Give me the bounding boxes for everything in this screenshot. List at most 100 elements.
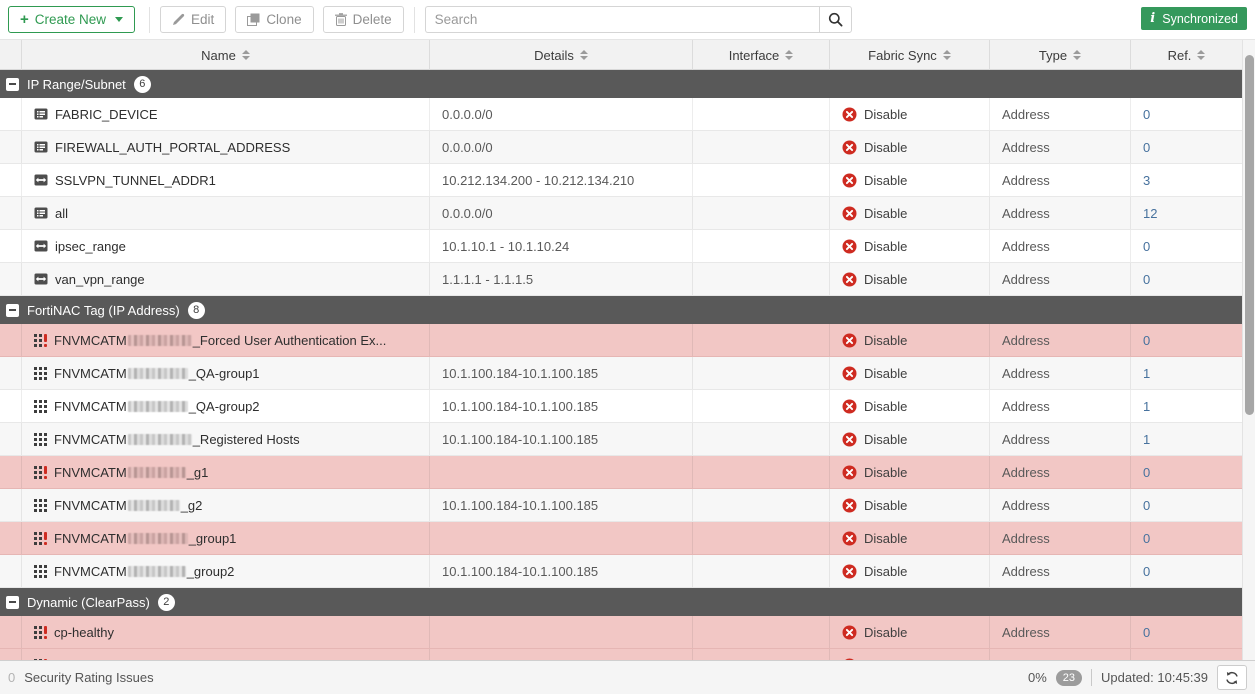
- interface-cell: [693, 164, 830, 196]
- table-row[interactable]: van_vpn_range1.1.1.1 - 1.1.1.5DisableAdd…: [0, 263, 1242, 296]
- address-name: FNVMCATM_QA-group2: [54, 399, 260, 414]
- table-row[interactable]: FNVMCATM_group210.1.100.184-10.1.100.185…: [0, 555, 1242, 588]
- security-rating-status[interactable]: 0 Security Rating Issues: [8, 670, 154, 685]
- ref-link[interactable]: 0: [1143, 564, 1150, 579]
- name-cell: FNVMCATM_Forced User Authentication Ex..…: [22, 324, 430, 356]
- interface-cell: [693, 522, 830, 554]
- row-select-cell[interactable]: [0, 649, 22, 660]
- search-button[interactable]: [819, 6, 852, 33]
- row-select-cell[interactable]: [0, 324, 22, 356]
- interface-cell: [693, 98, 830, 130]
- ref-link[interactable]: 0: [1143, 658, 1150, 661]
- delete-button[interactable]: Delete: [323, 6, 404, 33]
- row-select-cell[interactable]: [0, 489, 22, 521]
- disable-icon: [842, 333, 857, 348]
- type-cell: Address: [990, 230, 1131, 262]
- fabric-sync-cell: Disable: [830, 357, 990, 389]
- interface-cell: [693, 489, 830, 521]
- create-new-button[interactable]: +Create New: [8, 6, 135, 33]
- group-header-fortinac-tag-ip-address[interactable]: FortiNAC Tag (IP Address)8: [0, 296, 1242, 324]
- disable-icon: [842, 206, 857, 221]
- column-label: Interface: [729, 48, 780, 63]
- column-header-type[interactable]: Type: [990, 40, 1131, 70]
- table-row[interactable]: cp-healthyDisableAddress0: [0, 616, 1242, 649]
- row-select-cell[interactable]: [0, 230, 22, 262]
- fabric-sync-cell: Disable: [830, 324, 990, 356]
- column-header-ref[interactable]: Ref.: [1131, 40, 1242, 70]
- row-select-cell[interactable]: [0, 456, 22, 488]
- row-select-cell[interactable]: [0, 98, 22, 130]
- ref-link[interactable]: 1: [1143, 399, 1150, 414]
- table-row[interactable]: FNVMCATM_QA-group210.1.100.184-10.1.100.…: [0, 390, 1242, 423]
- fabric-sync-label: Disable: [864, 107, 907, 122]
- fabric-sync-cell: Disable: [830, 616, 990, 648]
- column-header-interface[interactable]: Interface: [693, 40, 830, 70]
- table-row[interactable]: all0.0.0.0/0DisableAddress12: [0, 197, 1242, 230]
- table-row[interactable]: FNVMCATM_QA-group110.1.100.184-10.1.100.…: [0, 357, 1242, 390]
- table-row[interactable]: FNVMCATM_g210.1.100.184-10.1.100.185Disa…: [0, 489, 1242, 522]
- edit-button[interactable]: Edit: [160, 6, 226, 33]
- synchronized-badge[interactable]: i Synchronized: [1141, 7, 1247, 30]
- row-select-cell[interactable]: [0, 263, 22, 295]
- ref-link[interactable]: 0: [1143, 140, 1150, 155]
- row-select-cell[interactable]: [0, 390, 22, 422]
- ref-link[interactable]: 1: [1143, 432, 1150, 447]
- group-header-dynamic-clearpass[interactable]: Dynamic (ClearPass)2: [0, 588, 1242, 616]
- row-select-cell[interactable]: [0, 423, 22, 455]
- ref-link[interactable]: 0: [1143, 272, 1150, 287]
- collapse-icon[interactable]: [6, 304, 19, 317]
- scrollbar-thumb[interactable]: [1245, 55, 1254, 415]
- row-select-cell[interactable]: [0, 357, 22, 389]
- fabric-sync-cell: Disable: [830, 98, 990, 130]
- column-header-name[interactable]: Name: [22, 40, 430, 70]
- row-select-cell[interactable]: [0, 131, 22, 163]
- group-header-ip-range-subnet[interactable]: IP Range/Subnet6: [0, 70, 1242, 98]
- row-select-cell[interactable]: [0, 616, 22, 648]
- row-select-cell[interactable]: [0, 555, 22, 587]
- address-table: NameDetailsInterfaceFabric SyncTypeRef. …: [0, 40, 1255, 660]
- ref-link[interactable]: 0: [1143, 333, 1150, 348]
- ref-link[interactable]: 0: [1143, 239, 1150, 254]
- ref-link[interactable]: 0: [1143, 498, 1150, 513]
- ref-link[interactable]: 12: [1143, 206, 1157, 221]
- address-name: FNVMCATM_Registered Hosts: [54, 432, 300, 447]
- table-row[interactable]: SSLVPN_TUNNEL_ADDR110.212.134.200 - 10.2…: [0, 164, 1242, 197]
- status-bar-right: 0% 23 Updated: 10:45:39: [1028, 665, 1247, 690]
- details-cell: [430, 522, 693, 554]
- fabric-sync-cell: Disable: [830, 197, 990, 229]
- fabric-sync-label: Disable: [864, 531, 907, 546]
- row-select-cell[interactable]: [0, 197, 22, 229]
- row-select-cell[interactable]: [0, 522, 22, 554]
- ref-link[interactable]: 0: [1143, 107, 1150, 122]
- ref-link[interactable]: 0: [1143, 531, 1150, 546]
- table-row[interactable]: FIREWALL_AUTH_PORTAL_ADDRESS0.0.0.0/0Dis…: [0, 131, 1242, 164]
- ref-cell: 3: [1131, 164, 1242, 196]
- ref-link[interactable]: 0: [1143, 465, 1150, 480]
- vertical-scrollbar[interactable]: [1242, 40, 1255, 660]
- table-row[interactable]: FNVMCATM_Registered Hosts10.1.100.184-10…: [0, 423, 1242, 456]
- ref-link[interactable]: 1: [1143, 366, 1150, 381]
- trash-icon: [335, 13, 347, 26]
- type-cell: Address: [990, 390, 1131, 422]
- table-row[interactable]: cp-infectedDisableAddress0: [0, 649, 1242, 660]
- column-header-fabric-sync[interactable]: Fabric Sync: [830, 40, 990, 70]
- search-bar: [425, 6, 852, 33]
- table-row[interactable]: ipsec_range10.1.10.1 - 10.1.10.24Disable…: [0, 230, 1242, 263]
- type-cell: Address: [990, 164, 1131, 196]
- table-row[interactable]: FNVMCATM_g1DisableAddress0: [0, 456, 1242, 489]
- column-header-details[interactable]: Details: [430, 40, 693, 70]
- row-select-cell[interactable]: [0, 164, 22, 196]
- table-row[interactable]: FNVMCATM_group1DisableAddress0: [0, 522, 1242, 555]
- fortinac-tag-alert-icon: [34, 532, 47, 545]
- table-row[interactable]: FABRIC_DEVICE0.0.0.0/0DisableAddress0: [0, 98, 1242, 131]
- search-input[interactable]: [425, 6, 819, 33]
- interface-cell: [693, 423, 830, 455]
- refresh-button[interactable]: [1217, 665, 1247, 690]
- clone-button[interactable]: Clone: [235, 6, 313, 33]
- redacted-text: [128, 500, 180, 511]
- ref-link[interactable]: 3: [1143, 173, 1150, 188]
- ref-link[interactable]: 0: [1143, 625, 1150, 640]
- collapse-icon[interactable]: [6, 596, 19, 609]
- collapse-icon[interactable]: [6, 78, 19, 91]
- table-row[interactable]: FNVMCATM_Forced User Authentication Ex..…: [0, 324, 1242, 357]
